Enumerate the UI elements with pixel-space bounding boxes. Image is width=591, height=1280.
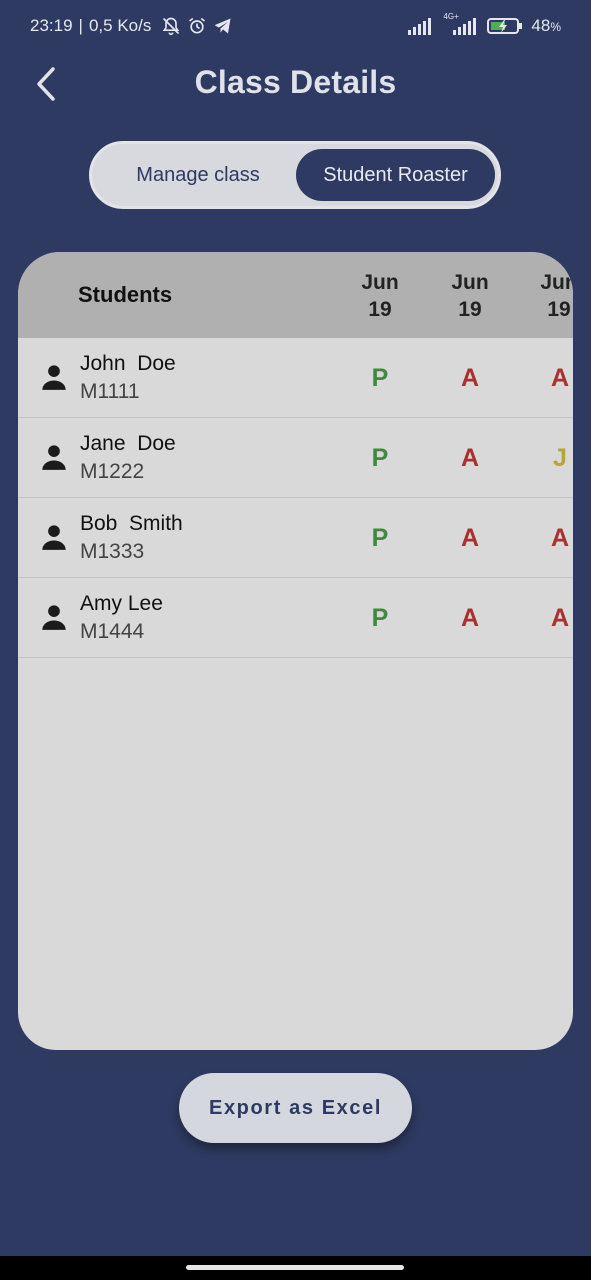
class-details-screen: 23:19 | 0,5 Ko/s 4G+ 48% Class Details M… bbox=[0, 0, 591, 1280]
student-id: M1444 bbox=[80, 620, 145, 643]
export-excel-button[interactable]: Export as Excel bbox=[179, 1073, 412, 1143]
attendance-mark[interactable]: A bbox=[450, 604, 490, 633]
signal-4g-group: 4G+ bbox=[443, 12, 479, 35]
student-name: John Doe bbox=[80, 352, 176, 375]
date-day: 19 bbox=[368, 298, 392, 321]
attendance-mark[interactable]: P bbox=[360, 444, 400, 473]
status-left: 23:19 | 0,5 Ko/s bbox=[30, 16, 233, 36]
home-indicator[interactable] bbox=[186, 1265, 404, 1270]
page-title: Class Details bbox=[194, 64, 397, 100]
date-month: Jun bbox=[451, 271, 489, 294]
status-bar: 23:19 | 0,5 Ko/s 4G+ 48% bbox=[0, 0, 591, 52]
students-column-header: Students bbox=[78, 282, 173, 307]
status-notification-icons bbox=[161, 16, 233, 36]
battery-percent: 48 bbox=[531, 16, 551, 35]
signal-icon bbox=[408, 18, 432, 35]
roster-table: Students Jun 19 Jun 19 Jun 19 John Doe M… bbox=[18, 252, 573, 1050]
date-day: 19 bbox=[547, 298, 571, 321]
table-row[interactable]: Jane Doe M1222 P A J bbox=[18, 418, 573, 498]
date-column-header[interactable]: Jun 19 bbox=[350, 269, 410, 323]
attendance-mark[interactable]: A bbox=[540, 604, 573, 633]
bell-off-icon bbox=[163, 17, 180, 36]
student-name: Amy Lee bbox=[80, 592, 163, 615]
battery-level: 48% bbox=[531, 16, 561, 36]
student-id: M1333 bbox=[80, 540, 145, 563]
battery-unit: % bbox=[550, 20, 561, 34]
date-month: Jun bbox=[540, 271, 573, 294]
attendance-mark[interactable]: P bbox=[360, 364, 400, 393]
table-row[interactable]: Amy Lee M1444 P A A bbox=[18, 578, 573, 658]
alarm-icon bbox=[189, 17, 206, 34]
signal-4g-icon bbox=[453, 18, 477, 35]
person-icon bbox=[42, 605, 66, 630]
system-nav-bar bbox=[0, 1256, 591, 1280]
person-icon bbox=[42, 445, 66, 470]
attendance-mark[interactable]: A bbox=[450, 524, 490, 553]
person-icon bbox=[42, 525, 66, 550]
battery-charging-icon bbox=[487, 18, 523, 34]
tab-student-roaster[interactable]: Student Roaster bbox=[296, 149, 495, 201]
table-row[interactable]: John Doe M1111 P A A bbox=[18, 338, 573, 418]
attendance-mark[interactable]: P bbox=[360, 604, 400, 633]
attendance-mark[interactable]: A bbox=[450, 364, 490, 393]
status-network-speed: 0,5 Ko/s bbox=[88, 16, 152, 35]
status-right: 4G+ 48% bbox=[407, 12, 561, 36]
date-column-header[interactable]: Jun 19 bbox=[529, 269, 573, 323]
attendance-mark[interactable]: J bbox=[540, 444, 573, 473]
student-id: M1111 bbox=[80, 380, 140, 403]
date-day: 19 bbox=[458, 298, 482, 321]
status-time: 23:19 bbox=[30, 16, 73, 35]
tab-switcher: Manage class Student Roaster bbox=[89, 141, 501, 209]
attendance-mark[interactable]: A bbox=[540, 524, 573, 553]
person-icon bbox=[42, 365, 66, 390]
student-name: Jane Doe bbox=[80, 432, 176, 455]
table-row[interactable]: Bob Smith M1333 P A A bbox=[18, 498, 573, 578]
tab-manage-class[interactable]: Manage class bbox=[100, 149, 296, 201]
date-month: Jun bbox=[361, 271, 399, 294]
student-name: Bob Smith bbox=[80, 512, 183, 535]
attendance-mark[interactable]: A bbox=[450, 444, 490, 473]
telegram-icon bbox=[215, 18, 231, 34]
app-bar: Class Details bbox=[0, 52, 591, 116]
attendance-mark[interactable]: A bbox=[540, 364, 573, 393]
date-column-header[interactable]: Jun 19 bbox=[440, 269, 500, 323]
table-header: Students Jun 19 Jun 19 Jun 19 bbox=[18, 252, 573, 338]
student-id: M1222 bbox=[80, 460, 145, 483]
status-separator: | bbox=[78, 16, 83, 35]
attendance-mark[interactable]: P bbox=[360, 524, 400, 553]
